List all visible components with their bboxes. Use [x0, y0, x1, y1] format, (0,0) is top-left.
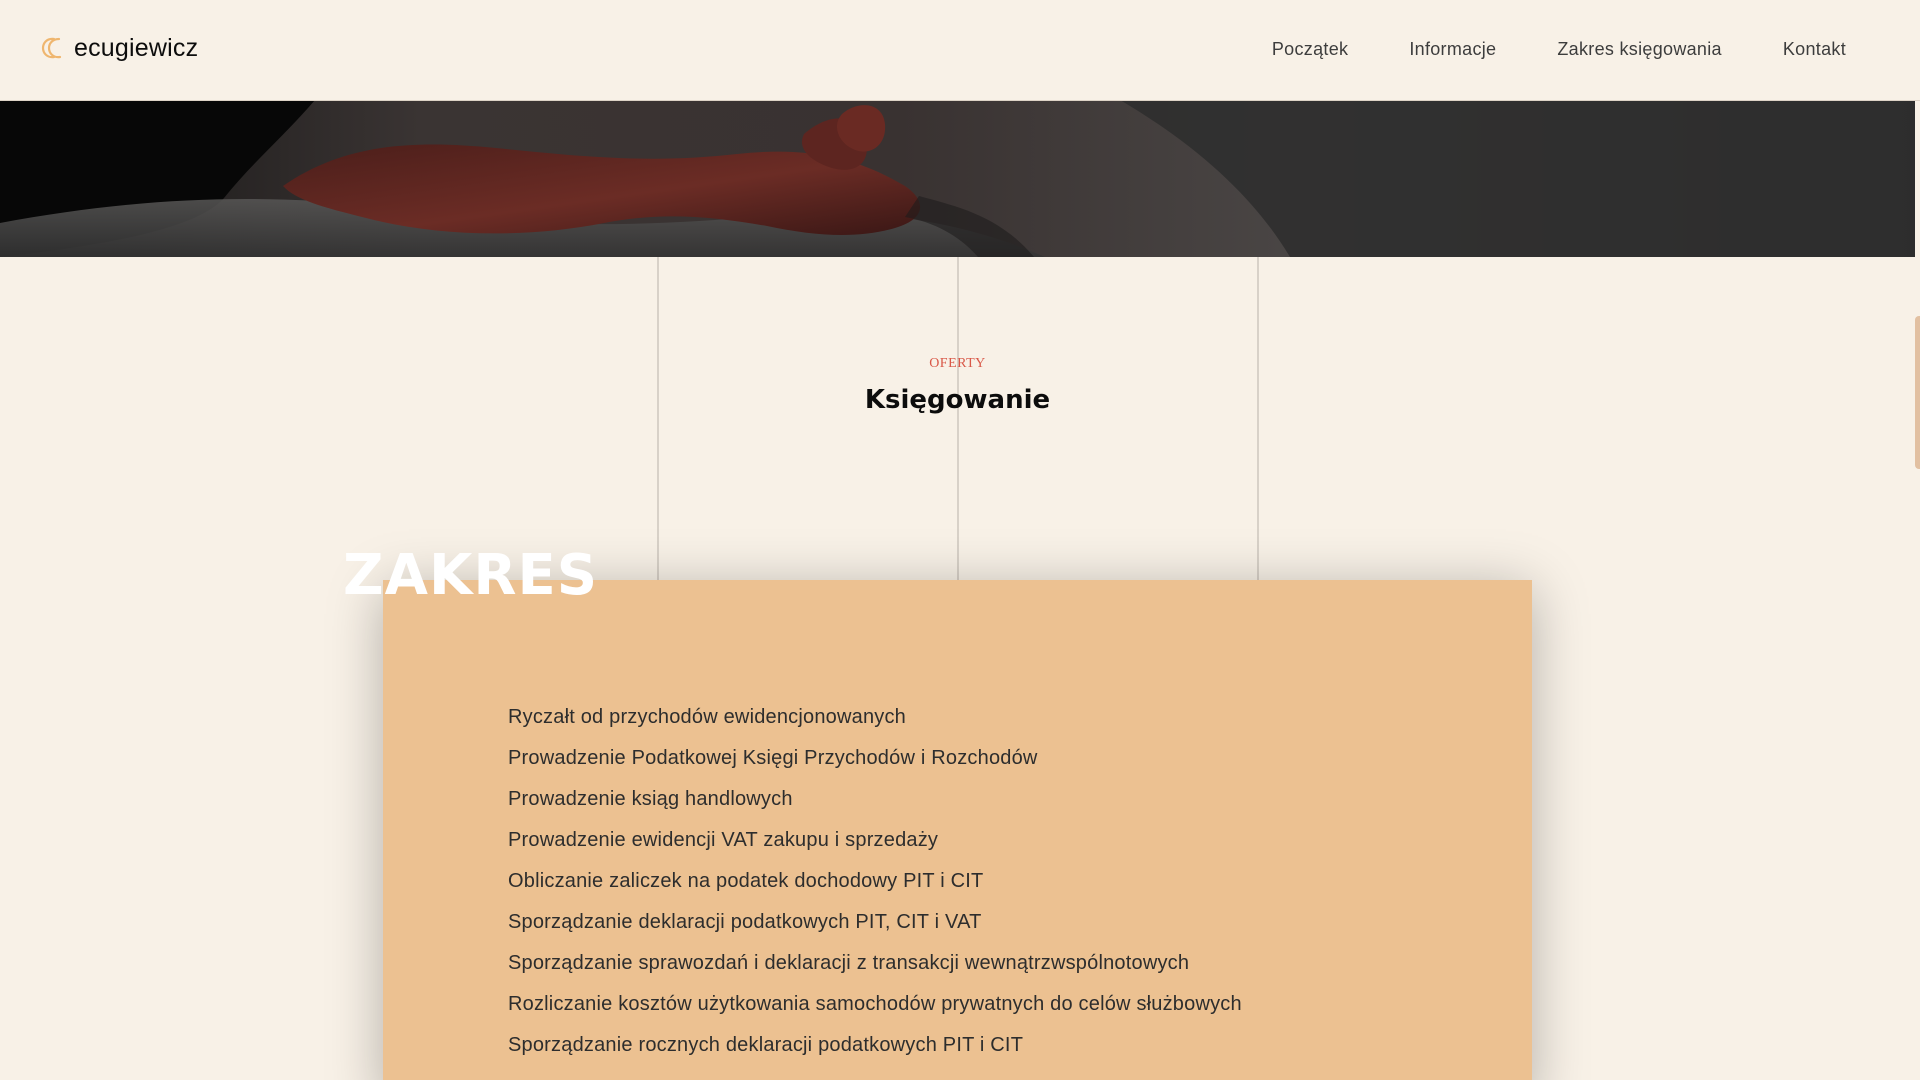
scope-list-item: Ryczałt od przychodów ewidencjonowanych: [508, 706, 907, 728]
scope-list-item: Prowadzenie ewidencji VAT zakupu i sprze…: [508, 829, 939, 851]
page-scroll-indicator[interactable]: [1915, 316, 1920, 469]
interlocking-crescents-logo-icon: [41, 37, 62, 59]
scope-list-item: Obliczanie zaliczek na podatek dochodowy…: [508, 870, 984, 892]
scope-list-item: Prowadzenie Podatkowej Księgi Przychodów…: [508, 747, 1038, 769]
nav-link-contact[interactable]: Kontakt: [1783, 35, 1846, 63]
scope-list-item: Prowadzenie ksiąg handlowych: [508, 788, 793, 810]
handshake-photo: [0, 100, 1915, 257]
nav-link-start[interactable]: Początek: [1272, 35, 1348, 63]
nav-link-accounting-scope[interactable]: Zakres księgowania: [1557, 35, 1721, 63]
brand-logo-link[interactable]: ecugiewicz: [39, 33, 198, 63]
offers-heading: OFERTY Księgowanie: [0, 355, 1915, 417]
scope-list-item: Sporządzanie sprawozdań i deklaracji z t…: [508, 952, 1190, 974]
vertical-line: [1257, 257, 1259, 580]
hero-photo-strip: [0, 100, 1915, 257]
nav-link-information[interactable]: Informacje: [1409, 35, 1496, 63]
vertical-line: [657, 257, 659, 580]
offers-kicker: OFERTY: [929, 356, 986, 371]
site-header: ecugiewicz Początek Informacje Zakres ks…: [0, 0, 1920, 101]
brand-name: ecugiewicz: [74, 34, 199, 62]
section-vertical-lines: [0, 257, 1920, 580]
scope-heading: ZAKRES: [343, 543, 599, 608]
page-title: Księgowanie: [864, 385, 1051, 415]
vertical-line: [957, 257, 959, 580]
accounting-page: ecugiewicz Początek Informacje Zakres ks…: [0, 0, 1920, 1080]
scope-list: Ryczałt od przychodów ewidencjonowanych …: [508, 701, 1242, 1070]
scope-list-item: Sporządzanie rocznych deklaracji podatko…: [508, 1034, 1024, 1056]
scope-list-item: Sporządzanie deklaracji podatkowych PIT,…: [508, 911, 982, 933]
scope-list-item: Rozliczanie kosztów użytkowania samochod…: [508, 993, 1242, 1015]
main-navigation: Początek Informacje Zakres księgowania K…: [1272, 35, 1846, 63]
